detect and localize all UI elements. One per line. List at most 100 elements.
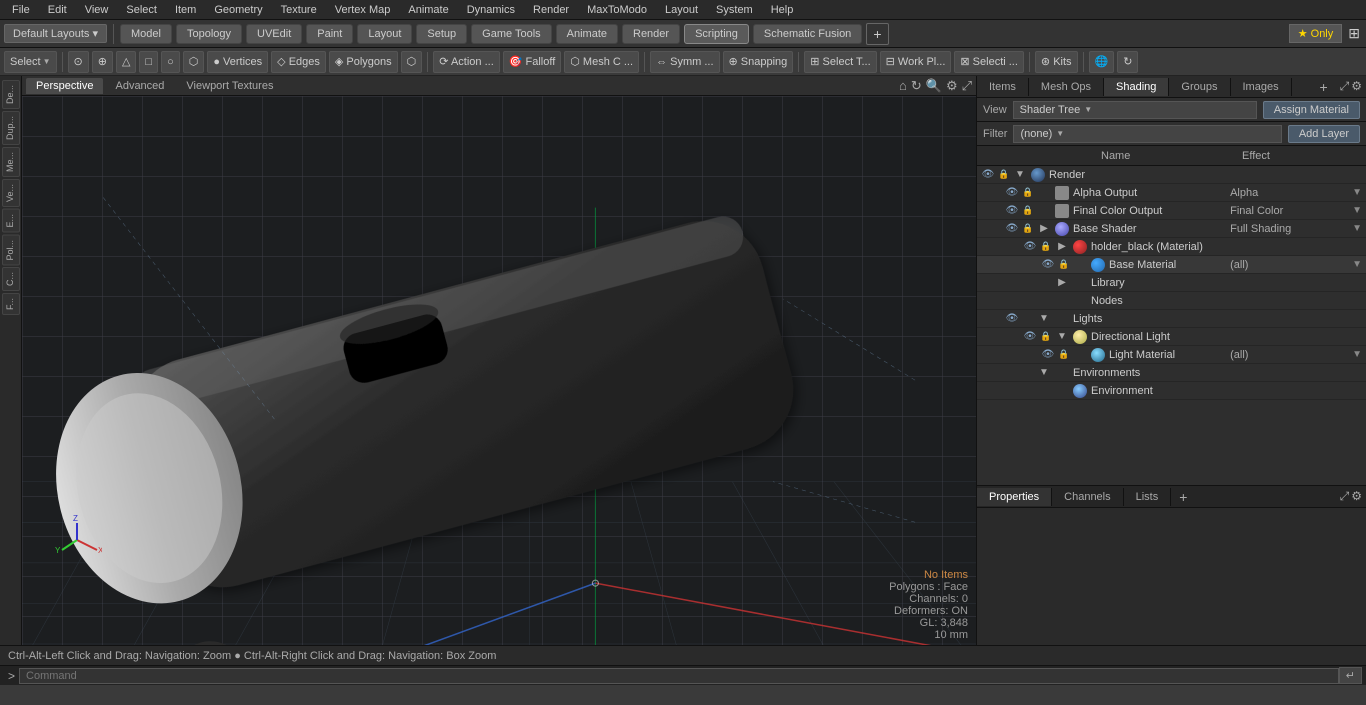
shader-view-dropdown[interactable]: Shader Tree ▼ [1013, 101, 1257, 119]
lock-render[interactable]: 🔒 [997, 168, 1011, 182]
expand-environments[interactable]: ▼ [1037, 366, 1051, 380]
tb2-icon[interactable]: ⊙ [68, 51, 89, 73]
tree-row-library[interactable]: ▶ Library [977, 274, 1366, 292]
tree-row-lightmaterial[interactable]: 👁 🔒 Light Material (all) ▼ [977, 346, 1366, 364]
props-tab-lists[interactable]: Lists [1124, 488, 1172, 506]
eye-holder[interactable]: 👁 [1023, 240, 1037, 254]
shader-filter-dropdown[interactable]: (none) ▼ [1013, 125, 1281, 143]
expand-alpha[interactable] [1037, 186, 1051, 200]
mode-gametools[interactable]: Game Tools [471, 24, 552, 44]
tree-row-alpha[interactable]: 👁 🔒 Alpha Output Alpha ▼ [977, 184, 1366, 202]
menu-texture[interactable]: Texture [273, 2, 325, 18]
expand-holder[interactable]: ▶ [1055, 240, 1069, 254]
tb2-hex[interactable]: ⬡ [183, 51, 205, 73]
dropdown-finalcolor[interactable]: ▼ [1352, 205, 1362, 216]
eye-finalcolor[interactable]: 👁 [1005, 204, 1019, 218]
vp-tab-textures[interactable]: Viewport Textures [176, 78, 283, 94]
expand-dirlight[interactable]: ▼ [1055, 330, 1069, 344]
vp-corner-expand[interactable]: ⤢ [962, 78, 972, 94]
props-tab-plus[interactable]: + [1171, 486, 1195, 508]
tree-row-finalcolor[interactable]: 👁 🔒 Final Color Output Final Color ▼ [977, 202, 1366, 220]
assign-material-button[interactable]: Assign Material [1263, 101, 1360, 119]
vertices-btn[interactable]: ● Vertices [207, 51, 268, 73]
action-btn[interactable]: ⟳ Action ... [433, 51, 499, 73]
tb2-globe2[interactable]: 🌐 [1089, 51, 1115, 73]
mesh-btn[interactable]: ⬡ Mesh C ... [564, 51, 639, 73]
tree-row-environments[interactable]: ▼ Environments [977, 364, 1366, 382]
falloff-btn[interactable]: 🎯 Falloff [503, 51, 562, 73]
props-expand-btn[interactable]: ⤢ [1340, 489, 1350, 504]
eye-baseshader[interactable]: 👁 [1005, 222, 1019, 236]
menu-item[interactable]: Item [167, 2, 204, 18]
expand-baseshader[interactable]: ▶ [1037, 222, 1051, 236]
menu-help[interactable]: Help [763, 2, 802, 18]
star-only-button[interactable]: ★ Only [1289, 24, 1343, 43]
menu-render[interactable]: Render [525, 2, 577, 18]
mode-animate[interactable]: Animate [556, 24, 618, 44]
right-expand-btn[interactable]: ⤢ [1340, 79, 1350, 94]
mode-paint[interactable]: Paint [306, 24, 353, 44]
command-enter-button[interactable]: ↵ [1339, 667, 1362, 684]
left-tab-de[interactable]: De... [2, 80, 20, 109]
lock-finalcolor[interactable]: 🔒 [1021, 204, 1035, 218]
right-gear-btn[interactable]: ⚙ [1351, 79, 1362, 94]
vp-tab-advanced[interactable]: Advanced [105, 78, 174, 94]
tree-row-dirlight[interactable]: 👁 🔒 ▼ Directional Light [977, 328, 1366, 346]
props-gear-btn[interactable]: ⚙ [1351, 489, 1362, 504]
lock-baseshader[interactable]: 🔒 [1021, 222, 1035, 236]
expand-lights[interactable]: ▼ [1037, 312, 1051, 326]
expand-button[interactable]: ⊞ [1346, 23, 1362, 44]
symm-btn[interactable]: ⇔ Symm ... [650, 51, 719, 73]
menu-dynamics[interactable]: Dynamics [459, 2, 523, 18]
eye-basematerial[interactable]: 👁 [1041, 258, 1055, 272]
left-tab-pol[interactable]: Pol... [2, 235, 20, 266]
workpl-btn[interactable]: ⊟ Work Pl... [880, 51, 952, 73]
mode-model[interactable]: Model [120, 24, 172, 44]
menu-geometry[interactable]: Geometry [206, 2, 270, 18]
lock-holder[interactable]: 🔒 [1039, 240, 1053, 254]
left-tab-dup[interactable]: Dup... [2, 111, 20, 145]
snapping-btn[interactable]: ⊕ Snapping [723, 51, 794, 73]
menu-vertexmap[interactable]: Vertex Map [327, 2, 399, 18]
left-tab-me[interactable]: Me... [2, 147, 20, 177]
mode-scripting[interactable]: Scripting [684, 24, 749, 44]
mode-uvedit[interactable]: UVEdit [246, 24, 302, 44]
eye-alpha[interactable]: 👁 [1005, 186, 1019, 200]
expand-library[interactable]: ▶ [1055, 276, 1069, 290]
right-tab-groups[interactable]: Groups [1169, 78, 1230, 96]
vp-corner-refresh[interactable]: ↻ [911, 78, 922, 94]
vp-corner-home[interactable]: ⌂ [899, 78, 907, 93]
left-tab-c[interactable]: C... [2, 267, 20, 291]
eye-lightmaterial[interactable]: 👁 [1041, 348, 1055, 362]
left-tab-ve[interactable]: Ve... [2, 179, 20, 207]
left-tab-e[interactable]: E... [2, 209, 20, 233]
add-mode-button[interactable]: + [866, 23, 888, 45]
selectt-btn[interactable]: ⊞ Select T... [804, 51, 876, 73]
item-mode-btn[interactable]: ⬡ [401, 51, 423, 73]
tb2-tri[interactable]: △ [116, 51, 136, 73]
expand-finalcolor[interactable] [1037, 204, 1051, 218]
eye-dirlight[interactable]: 👁 [1023, 330, 1037, 344]
menu-view[interactable]: View [77, 2, 117, 18]
lock-dirlight[interactable]: 🔒 [1039, 330, 1053, 344]
lock-alpha[interactable]: 🔒 [1021, 186, 1035, 200]
lock-basematerial[interactable]: 🔒 [1057, 258, 1071, 272]
right-tab-items[interactable]: Items [977, 78, 1029, 96]
eye-lights[interactable]: 👁 [1005, 312, 1019, 326]
dropdown-baseshader[interactable]: ▼ [1352, 223, 1362, 234]
tb2-globe[interactable]: ⊕ [92, 51, 113, 73]
eye-render[interactable]: 👁 [981, 168, 995, 182]
mode-render[interactable]: Render [622, 24, 680, 44]
edges-btn[interactable]: ◇ Edges [271, 51, 326, 73]
tb2-circ[interactable]: ○ [161, 51, 180, 73]
expand-render[interactable]: ▼ [1013, 168, 1027, 182]
lock-lightmaterial[interactable]: 🔒 [1057, 348, 1071, 362]
menu-file[interactable]: File [4, 2, 38, 18]
mode-schematic[interactable]: Schematic Fusion [753, 24, 862, 44]
menu-select[interactable]: Select [118, 2, 165, 18]
mode-topology[interactable]: Topology [176, 24, 242, 44]
expand-basematerial[interactable] [1073, 258, 1087, 272]
tree-row-baseshader[interactable]: 👁 🔒 ▶ Base Shader Full Shading ▼ [977, 220, 1366, 238]
menu-system[interactable]: System [708, 2, 761, 18]
props-tab-properties[interactable]: Properties [977, 488, 1052, 506]
